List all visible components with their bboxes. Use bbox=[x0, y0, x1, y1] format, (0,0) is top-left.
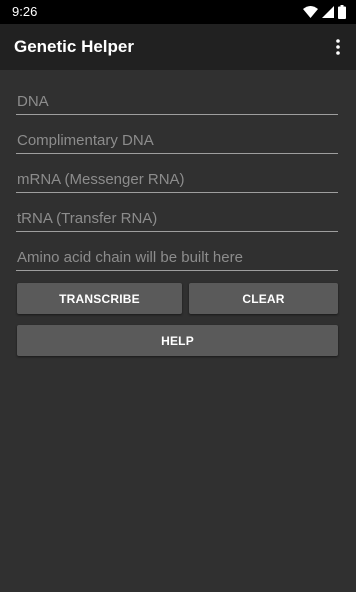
app-bar: Genetic Helper bbox=[0, 24, 356, 70]
transcribe-button[interactable]: TRANSCRIBE bbox=[17, 283, 182, 314]
status-time: 9:26 bbox=[12, 4, 38, 19]
main-content: TRANSCRIBE CLEAR HELP bbox=[0, 70, 356, 592]
complementary-dna-input[interactable] bbox=[16, 128, 338, 154]
wifi-icon bbox=[303, 6, 318, 18]
status-icons bbox=[303, 4, 346, 20]
more-vert-icon bbox=[336, 39, 340, 55]
amino-acid-chain-input[interactable] bbox=[16, 245, 338, 271]
battery-icon bbox=[338, 5, 346, 19]
overflow-menu-button[interactable] bbox=[332, 35, 344, 59]
clear-button[interactable]: CLEAR bbox=[189, 283, 338, 314]
help-button[interactable]: HELP bbox=[17, 325, 338, 356]
status-bar: 9:26 bbox=[0, 0, 356, 24]
app-title: Genetic Helper bbox=[14, 37, 134, 56]
dna-input[interactable] bbox=[16, 89, 338, 115]
signal-icon bbox=[322, 6, 334, 18]
trna-input[interactable] bbox=[16, 206, 338, 232]
mrna-input[interactable] bbox=[16, 167, 338, 193]
